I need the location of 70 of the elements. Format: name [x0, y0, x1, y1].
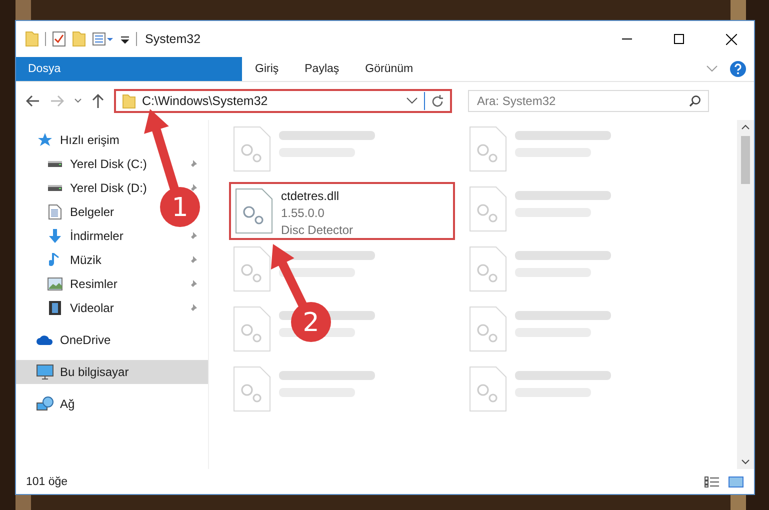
file-detail: Disc Detector — [281, 222, 354, 239]
file-tab[interactable]: Dosya — [16, 57, 242, 81]
settings-file-icon[interactable] — [469, 186, 507, 232]
sidebar-item[interactable]: Bu bilgisayar — [16, 360, 208, 384]
sidebar-item[interactable]: Yerel Disk (C:) — [70, 157, 147, 171]
document-icon — [48, 204, 62, 220]
sidebar-item[interactable]: Videolar — [70, 301, 114, 315]
computer-icon — [36, 364, 54, 380]
network-icon — [36, 396, 54, 412]
sidebar-item[interactable]: Ağ — [60, 397, 75, 411]
search-field[interactable]: Ara: System32 — [468, 90, 709, 112]
step-number-badge — [291, 302, 331, 342]
address-path: C:\Windows\System32 — [142, 94, 268, 108]
file-detail: 1.55.0.0 — [281, 205, 326, 222]
ribbon-tab[interactable]: Giriş — [242, 57, 292, 81]
scroll-up-caret-icon[interactable] — [741, 124, 750, 130]
back-arrow-icon[interactable] — [26, 95, 40, 107]
settings-file-icon[interactable] — [469, 246, 507, 292]
settings-file-icon[interactable] — [469, 306, 507, 352]
window-title: System32 — [145, 32, 201, 46]
settings-file-icon[interactable] — [235, 188, 273, 234]
details-view-icon[interactable] — [704, 476, 720, 488]
settings-file-icon[interactable] — [469, 366, 507, 412]
search-icon — [689, 95, 701, 107]
music-note-icon — [49, 252, 61, 268]
new-folder-icon[interactable] — [72, 31, 86, 47]
step-number: 2 — [302, 308, 320, 338]
item-count: 101 öğe — [26, 476, 68, 488]
download-arrow-icon — [47, 228, 63, 244]
scroll-down-caret-icon[interactable] — [741, 459, 750, 465]
settings-file-icon[interactable] — [469, 126, 507, 172]
drive-icon — [47, 160, 63, 168]
dropdown-caret-icon[interactable] — [406, 97, 418, 105]
step-number: 1 — [172, 193, 188, 223]
file-name: ctdetres.dll — [281, 188, 340, 205]
forward-arrow-icon[interactable] — [50, 95, 64, 107]
picture-icon — [47, 277, 63, 291]
sidebar-item[interactable]: Hızlı erişim — [60, 133, 120, 147]
close-icon[interactable] — [726, 34, 736, 44]
properties-icon[interactable] — [52, 31, 66, 47]
film-icon — [48, 300, 62, 316]
sidebar-item[interactable]: Yerel Disk (D:) — [70, 181, 147, 195]
ribbon-tab[interactable]: Görünüm — [352, 57, 426, 81]
settings-file-icon[interactable] — [233, 306, 271, 352]
refresh-icon[interactable] — [431, 94, 444, 108]
cloud-icon — [36, 334, 54, 346]
sidebar-item[interactable]: Belgeler — [70, 205, 114, 219]
ribbon-tab[interactable]: Paylaş — [292, 57, 352, 81]
folder-icon[interactable] — [25, 31, 39, 47]
address-bar[interactable]: C:\Windows\System32 — [114, 89, 452, 113]
sidebar-item[interactable]: Resimler — [70, 277, 118, 291]
large-icons-view-icon[interactable] — [728, 476, 744, 488]
settings-file-icon[interactable] — [233, 246, 271, 292]
sidebar-item[interactable]: Müzik — [70, 253, 102, 267]
step-number-badge — [160, 187, 200, 227]
sidebar-item[interactable]: OneDrive — [60, 333, 111, 347]
recent-locations-caret-icon[interactable] — [74, 98, 82, 104]
folder-icon — [122, 93, 136, 109]
expand-ribbon-icon[interactable] — [706, 65, 718, 73]
star-icon — [37, 132, 53, 148]
settings-file-icon[interactable] — [233, 126, 271, 172]
sidebar-item[interactable]: İndirmeler — [70, 229, 124, 243]
maximize-icon[interactable] — [674, 34, 684, 44]
vertical-scrollbar[interactable] — [737, 120, 754, 469]
help-icon[interactable] — [730, 61, 746, 77]
scrollbar-thumb[interactable] — [741, 136, 750, 184]
settings-file-icon[interactable] — [233, 366, 271, 412]
drive-icon — [47, 184, 63, 192]
up-arrow-icon[interactable] — [92, 94, 104, 108]
view-options-icon[interactable] — [92, 31, 114, 47]
